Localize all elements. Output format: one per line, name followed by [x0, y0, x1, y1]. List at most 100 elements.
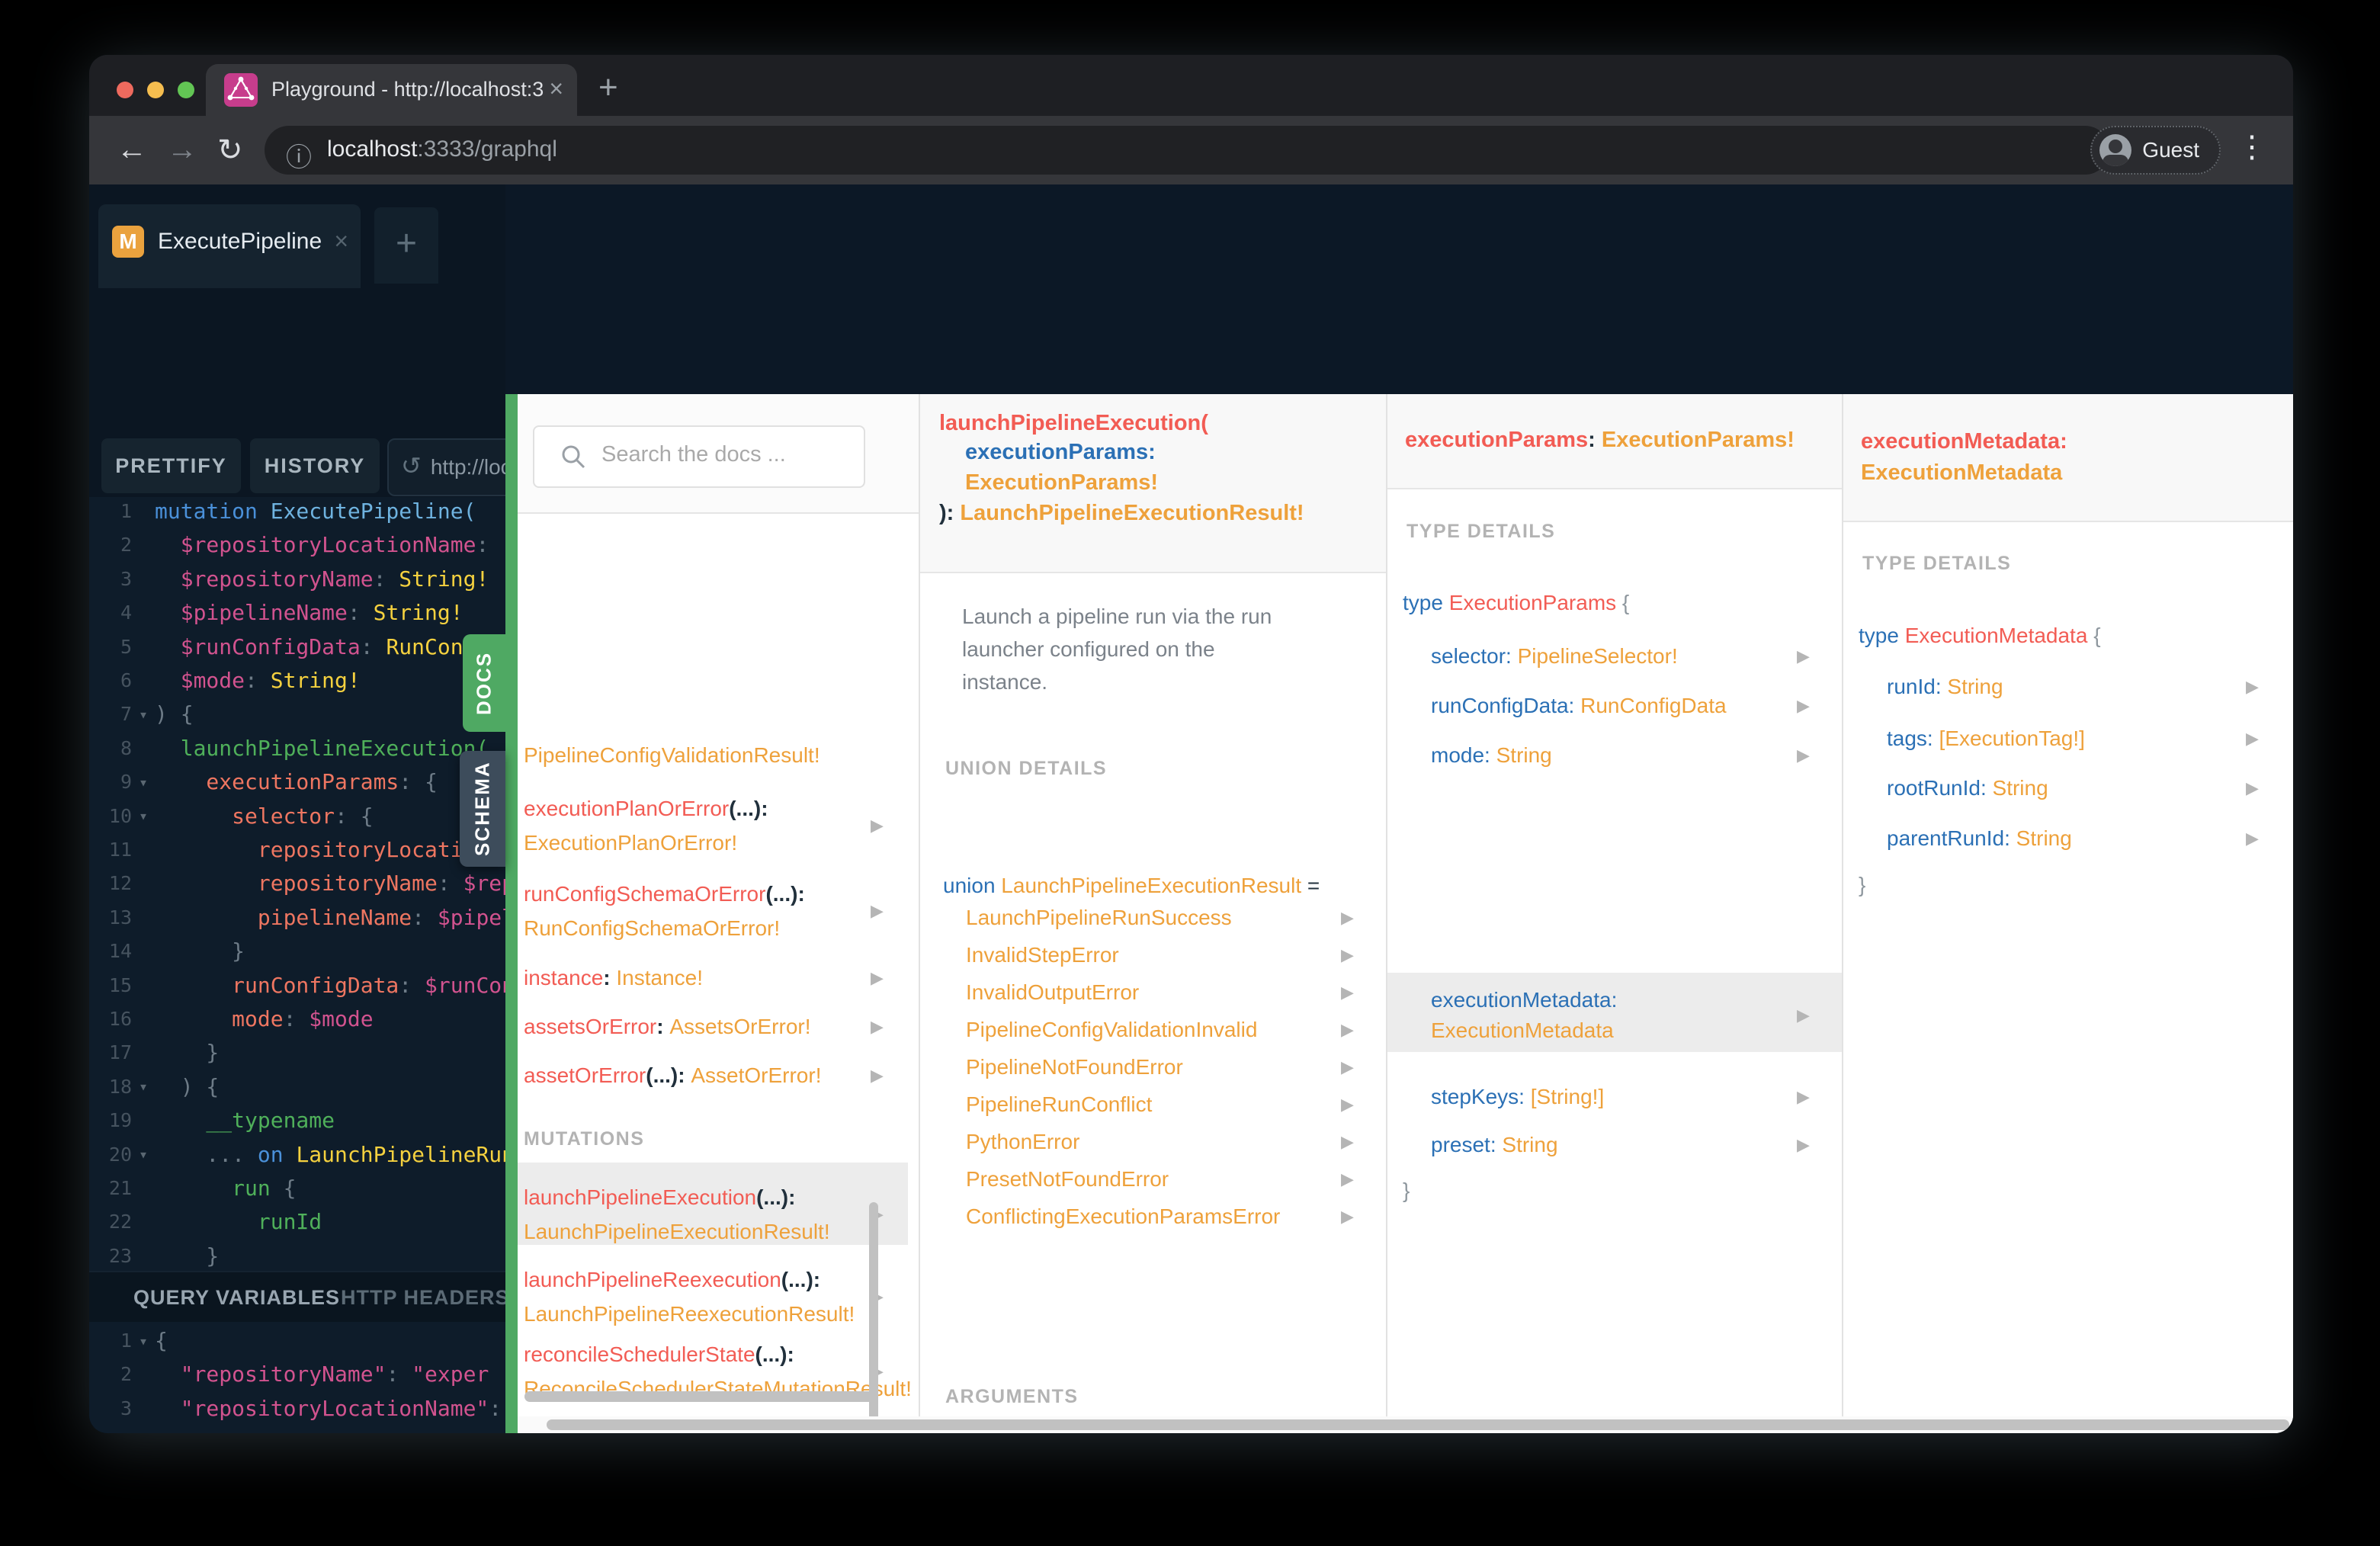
address-bar[interactable]: ⓘ localhost:3333/graphql	[265, 126, 2109, 175]
close-playground-tab-icon[interactable]: ×	[334, 227, 348, 255]
chevron-right-icon[interactable]: ▶	[1341, 1050, 1354, 1084]
union-member-item[interactable]: ConflictingExecutionParamsError	[966, 1200, 1280, 1233]
code-line[interactable]: 3 $repositoryName: String!	[89, 562, 505, 596]
code-line[interactable]: 9 ▾ executionParams: {	[89, 765, 505, 799]
type-field-item[interactable]: parentRunId: String	[1887, 822, 2072, 855]
type-field-item[interactable]: tags: [ExecutionTag!]	[1887, 722, 2085, 755]
code-line[interactable]: 11 repositoryLocationName: $repositoryLo…	[89, 832, 505, 867]
search-input[interactable]: Search the docs ...	[533, 425, 865, 488]
type-field-item[interactable]: rootRunId: String	[1887, 771, 2048, 805]
tab-http-headers[interactable]: HTTP HEADERS	[341, 1286, 505, 1310]
endpoint-reload-icon[interactable]: ↺	[401, 452, 422, 480]
code-line[interactable]: 17 }	[89, 1035, 505, 1070]
code-line[interactable]: 4 $pipelineName: String!	[89, 595, 505, 630]
forward-icon[interactable]: →	[167, 133, 197, 167]
code-line[interactable]: 12 repositoryName: $repositoryName	[89, 866, 505, 900]
type-field-type[interactable]: ExecutionMetadata	[1431, 1014, 1614, 1047]
docs-horizontal-scrollbar[interactable]	[518, 1416, 2293, 1433]
code-line[interactable]: 4 "pipelineName": "metrics	[89, 1425, 505, 1433]
type-field-item[interactable]: runId: String	[1887, 670, 2003, 704]
browser-menu-icon[interactable]: ⋮	[2237, 130, 2267, 165]
chevron-right-icon[interactable]: ▶	[1797, 689, 1810, 723]
chevron-right-icon[interactable]: ▶	[1341, 1163, 1354, 1196]
code-line[interactable]: 21 run {	[89, 1171, 505, 1205]
code-line[interactable]: 13 pipelineName: $pipelineName	[89, 900, 505, 935]
type-field-item[interactable]: selector: PipelineSelector!	[1431, 640, 1678, 673]
docs-mutation-item[interactable]: reconcileSchedulerState(...):	[524, 1338, 794, 1371]
code-line[interactable]: 8 launchPipelineExecution(	[89, 731, 505, 765]
close-window-button[interactable]	[117, 82, 133, 98]
code-line[interactable]: 20 ▾ ... on LaunchPipelineRunSuccess	[89, 1137, 505, 1172]
type-field-item[interactable]: runConfigData: RunConfigData	[1431, 689, 1727, 723]
query-editor[interactable]: 1 mutation ExecutePipeline(2 $repositoryL…	[89, 497, 505, 1271]
code-line[interactable]: 1 ▾ {	[89, 1323, 505, 1358]
docs-mutation-item[interactable]: launchPipelineReexecution(...):	[524, 1263, 820, 1297]
reload-icon[interactable]: ↻	[217, 133, 243, 168]
type-field-item[interactable]: preset: String	[1431, 1128, 1558, 1162]
docs-side-tab[interactable]: DOCS	[463, 634, 505, 732]
union-member-item[interactable]: PresetNotFoundError	[966, 1163, 1169, 1196]
tab-query-variables[interactable]: QUERY VARIABLES	[133, 1286, 340, 1310]
chevron-right-icon[interactable]: ▶	[871, 809, 884, 842]
chevron-right-icon[interactable]: ▶	[1341, 1200, 1354, 1233]
chevron-right-icon[interactable]: ▶	[871, 1059, 884, 1092]
code-line[interactable]: 2 $repositoryLocationName:	[89, 528, 505, 562]
history-button[interactable]: HISTORY	[250, 438, 380, 493]
code-line[interactable]: 6 $mode: String!	[89, 663, 505, 698]
union-member-item[interactable]: LaunchPipelineRunSuccess	[966, 901, 1232, 935]
close-tab-icon[interactable]: ×	[549, 75, 563, 103]
code-line[interactable]: 3 "repositoryLocationName":	[89, 1391, 505, 1426]
chevron-right-icon[interactable]: ▶	[1797, 999, 1810, 1032]
prettify-button[interactable]: PRETTIFY	[101, 438, 241, 493]
chevron-right-icon[interactable]: ▶	[1797, 640, 1810, 673]
profile-badge[interactable]: Guest	[2090, 126, 2221, 175]
docs-mutation-item-type[interactable]: LaunchPipelineReexecutionResult!	[524, 1297, 855, 1331]
chevron-right-icon[interactable]: ▶	[1341, 901, 1354, 935]
playground-tab-executepipeline[interactable]: M ExecutePipeline ×	[98, 204, 361, 288]
endpoint-input[interactable]: ↺ http://loc	[387, 438, 505, 496]
chevron-right-icon[interactable]: ▶	[1341, 1013, 1354, 1047]
union-member-item[interactable]: PythonError	[966, 1125, 1079, 1159]
site-info-icon[interactable]: ⓘ	[286, 136, 312, 174]
code-line[interactable]: 22 runId	[89, 1204, 505, 1239]
union-member-item[interactable]: InvalidOutputError	[966, 976, 1139, 1009]
chevron-right-icon[interactable]: ▶	[871, 1010, 884, 1044]
docs-item[interactable]: assetOrError(...): AssetOrError!	[524, 1059, 821, 1092]
chevron-right-icon[interactable]: ▶	[1797, 739, 1810, 772]
chevron-right-icon[interactable]: ▶	[2246, 670, 2259, 704]
chevron-right-icon[interactable]: ▶	[1797, 1128, 1810, 1162]
docs-item[interactable]: executionPlanOrError(...):	[524, 792, 768, 826]
code-line[interactable]: 7 ▾) {	[89, 697, 505, 731]
docs-item[interactable]: assetsOrError: AssetsOrError!	[524, 1010, 811, 1044]
chevron-right-icon[interactable]: ▶	[1797, 1080, 1810, 1114]
chevron-right-icon[interactable]: ▶	[2246, 822, 2259, 855]
union-member-item[interactable]: InvalidStepError	[966, 938, 1119, 972]
query-variables-editor[interactable]: 1 ▾{2 "repositoryName": "exper 3 "reposito…	[89, 1322, 505, 1433]
code-line[interactable]: 19 __typename	[89, 1103, 505, 1137]
chevron-right-icon[interactable]: ▶	[871, 894, 884, 928]
code-line[interactable]: 23 }	[89, 1239, 505, 1271]
new-tab-button[interactable]: +	[598, 69, 618, 107]
code-line[interactable]: 18 ▾ ) {	[89, 1070, 505, 1104]
chevron-right-icon[interactable]: ▶	[1341, 1088, 1354, 1121]
code-line[interactable]: 5 $runConfigData: RunConfigData!	[89, 630, 505, 664]
docs-item-partial[interactable]: PipelineConfigValidationResult!	[524, 739, 820, 772]
docs-mutation-item-type[interactable]: LaunchPipelineExecutionResult!	[524, 1215, 830, 1249]
new-playground-tab-button[interactable]: +	[374, 207, 438, 284]
union-member-item[interactable]: PipelineNotFoundError	[966, 1050, 1183, 1084]
union-member-item[interactable]: PipelineConfigValidationInvalid	[966, 1013, 1257, 1047]
chevron-right-icon[interactable]: ▶	[1341, 976, 1354, 1009]
code-line[interactable]: 10 ▾ selector: {	[89, 799, 505, 833]
chevron-right-icon[interactable]: ▶	[1341, 938, 1354, 972]
chevron-right-icon[interactable]: ▶	[2246, 771, 2259, 805]
code-line[interactable]: 15 runConfigData: $runConfigData	[89, 968, 505, 1002]
code-line[interactable]: 2 "repositoryName": "exper	[89, 1357, 505, 1391]
code-line[interactable]: 1 mutation ExecutePipeline(	[89, 497, 505, 528]
type-field-item[interactable]: executionMetadata:	[1431, 983, 1617, 1017]
union-member-item[interactable]: PipelineRunConflict	[966, 1088, 1152, 1121]
chevron-right-icon[interactable]: ▶	[1341, 1125, 1354, 1159]
back-icon[interactable]: ←	[117, 133, 147, 167]
docs-horizontal-scrollbar-thumb[interactable]	[547, 1419, 2289, 1430]
docs-item[interactable]: instance: Instance!	[524, 961, 703, 995]
zoom-window-button[interactable]	[178, 82, 194, 98]
